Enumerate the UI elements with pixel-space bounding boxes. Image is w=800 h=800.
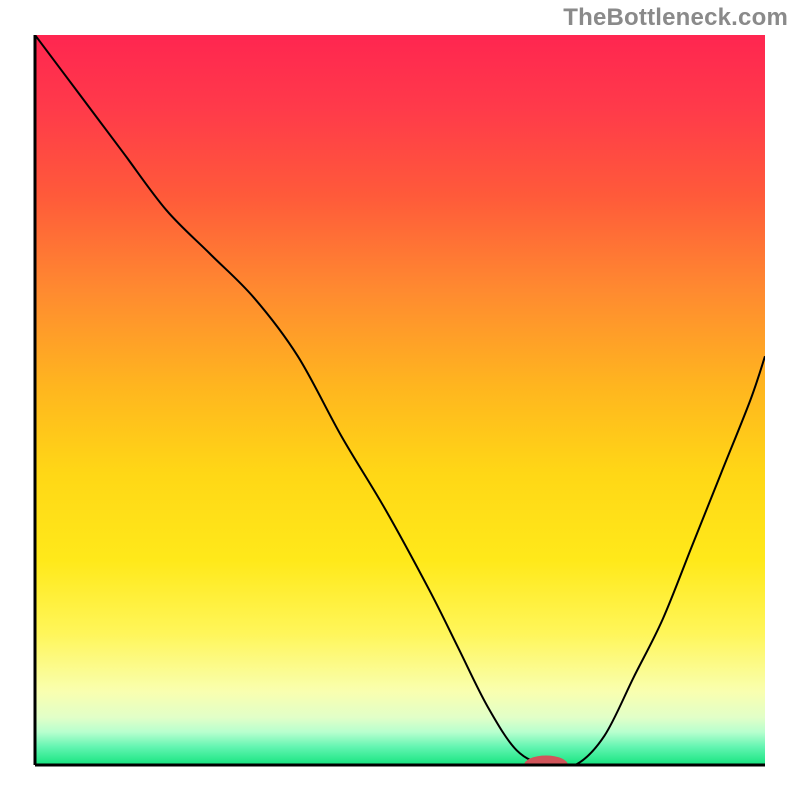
chart-background bbox=[35, 35, 765, 765]
bottleneck-chart: TheBottleneck.com bbox=[0, 0, 800, 800]
chart-svg bbox=[0, 0, 800, 800]
attribution-label: TheBottleneck.com bbox=[563, 4, 788, 32]
